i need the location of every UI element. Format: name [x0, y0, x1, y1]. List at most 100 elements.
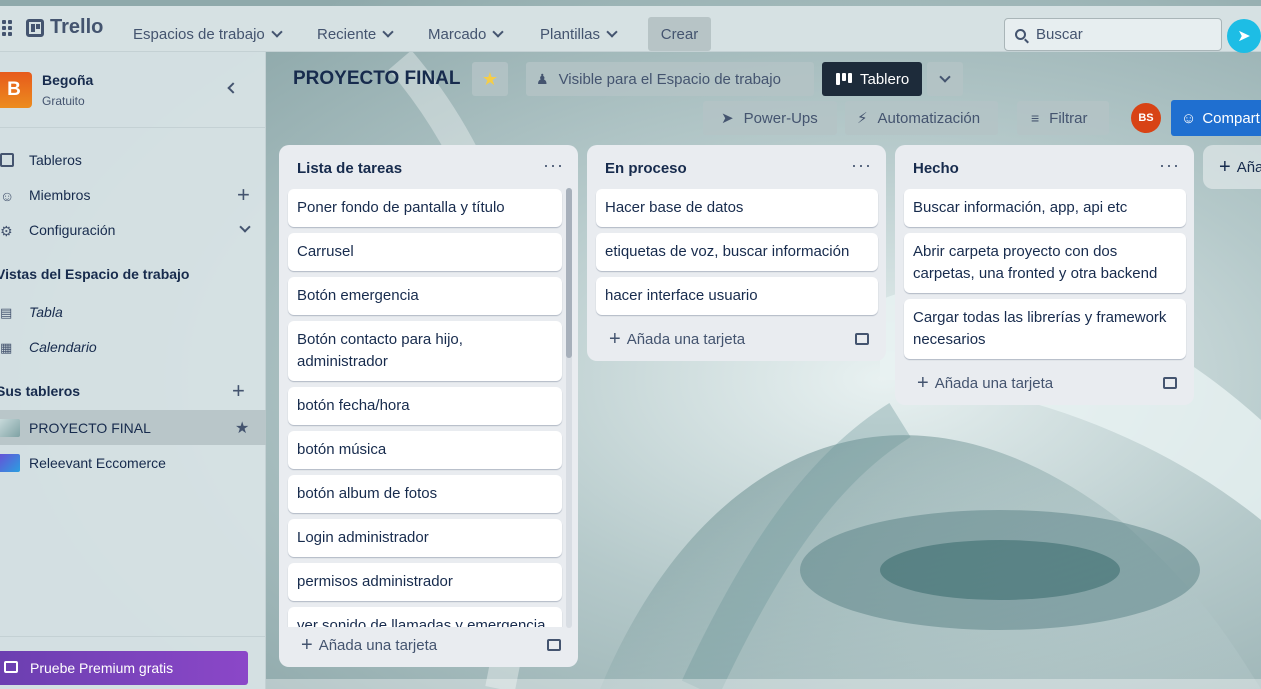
- add-board-icon[interactable]: +: [232, 373, 262, 408]
- briefcase-icon: [4, 661, 18, 673]
- card[interactable]: Abrir carpeta proyecto con dos carpetas,…: [904, 233, 1186, 293]
- nav-starred[interactable]: Marcado: [428, 18, 505, 50]
- board-view-button[interactable]: Tablero: [822, 62, 922, 96]
- star-board-button[interactable]: ★: [472, 62, 508, 96]
- chevron-down-icon[interactable]: [239, 221, 251, 233]
- list-scrollbar-thumb[interactable]: [566, 188, 572, 358]
- app-switcher-icon[interactable]: [0, 20, 12, 36]
- chevron-down-icon: [271, 26, 283, 38]
- sidebar-item-settings[interactable]: ⚙ Configuración: [0, 212, 266, 247]
- card[interactable]: Buscar información, app, api etc: [904, 189, 1186, 227]
- board-view-icon: [836, 73, 852, 85]
- calendar-icon: ▦: [0, 339, 13, 355]
- add-card-button[interactable]: + Añada una tarjeta: [609, 329, 745, 349]
- card[interactable]: Botón contacto para hijo, administrador: [288, 321, 562, 381]
- add-card-label: Añada una tarjeta: [318, 636, 438, 654]
- card[interactable]: etiquetas de voz, buscar información: [596, 233, 878, 271]
- nav-starred-label: Marcado: [428, 25, 487, 43]
- automation-label: Automatización: [877, 109, 981, 127]
- add-card-button[interactable]: + Añada una tarjeta: [917, 373, 1053, 393]
- sidebar-item-table[interactable]: ▤ Tabla: [0, 294, 266, 329]
- card[interactable]: Carrusel: [288, 233, 562, 271]
- list-title[interactable]: En proceso: [605, 160, 687, 177]
- sidebar-item-boards[interactable]: Tableros: [0, 142, 266, 177]
- nav-recent-label: Reciente: [317, 25, 377, 43]
- list-menu-icon[interactable]: ···: [543, 155, 564, 176]
- filter-button[interactable]: ≡ Filtrar: [1017, 101, 1109, 135]
- card[interactable]: botón fecha/hora: [288, 387, 562, 425]
- power-ups-button[interactable]: ➤ Power-Ups: [703, 101, 837, 135]
- card-template-icon[interactable]: [855, 333, 869, 345]
- workspace-avatar[interactable]: B: [0, 72, 32, 108]
- sidebar: B Begoña Gratuito Tableros ☺ Miembros + …: [0, 52, 266, 689]
- add-card-label: Añada una tarjeta: [626, 330, 746, 348]
- list-title[interactable]: Lista de tareas: [297, 160, 402, 177]
- card-template-icon[interactable]: [1163, 377, 1177, 389]
- lightning-icon: ⚡: [857, 110, 868, 127]
- sidebar-item-label: Tableros: [29, 151, 82, 168]
- create-button[interactable]: Crear: [648, 17, 711, 51]
- collapse-sidebar-icon[interactable]: [227, 82, 239, 94]
- visibility-label: Visible para el Espacio de trabajo: [558, 70, 781, 88]
- rocket-icon: ➤: [721, 110, 734, 127]
- card[interactable]: hacer interface usuario: [596, 277, 878, 315]
- board-icon: [0, 152, 14, 167]
- add-member-icon[interactable]: +: [237, 183, 250, 206]
- premium-trial-button[interactable]: Pruebe Premium gratis: [0, 651, 248, 685]
- rocket-icon[interactable]: ➤: [1227, 19, 1261, 53]
- boards-section-title: Sus tableros: [0, 383, 81, 399]
- sidebar-item-members[interactable]: ☺ Miembros +: [0, 177, 266, 212]
- list-menu-icon[interactable]: ···: [1159, 155, 1180, 176]
- sidebar-item-calendar[interactable]: ▦ Calendario: [0, 329, 266, 364]
- workspace-plan: Gratuito: [42, 94, 85, 108]
- sidebar-item-label: Configuración: [29, 221, 116, 238]
- card[interactable]: Cargar todas las librerías y framework n…: [904, 299, 1186, 359]
- divider: [0, 636, 266, 637]
- card[interactable]: permisos administrador: [288, 563, 562, 601]
- add-list-button[interactable]: + Aña: [1203, 145, 1261, 189]
- plus-icon: +: [1219, 156, 1231, 178]
- sidebar-item-label: Releevant Eccomerce: [29, 454, 166, 471]
- workspace-name[interactable]: Begoña: [42, 72, 93, 88]
- card[interactable]: ver sonido de llamadas y emergencia: [288, 607, 562, 627]
- card[interactable]: Botón emergencia: [288, 277, 562, 315]
- chevron-down-icon: [492, 26, 505, 38]
- automation-button[interactable]: ⚡ Automatización: [845, 101, 998, 135]
- list-title[interactable]: Hecho: [913, 160, 959, 177]
- sidebar-board-proyecto-final[interactable]: PROYECTO FINAL ★: [0, 410, 266, 445]
- card[interactable]: Poner fondo de pantalla y título: [288, 189, 562, 227]
- sidebar-item-label: Calendario: [29, 338, 97, 355]
- star-icon: ★: [481, 68, 499, 89]
- top-header: Trello Espacios de trabajo Reciente Marc…: [0, 6, 1261, 53]
- card[interactable]: Login administrador: [288, 519, 562, 557]
- card[interactable]: botón música: [288, 431, 562, 469]
- view-switcher-button[interactable]: [927, 62, 963, 96]
- premium-label: Pruebe Premium gratis: [30, 660, 174, 676]
- nav-workspaces-label: Espacios de trabajo: [133, 25, 265, 43]
- nav-recent[interactable]: Reciente: [317, 18, 394, 50]
- add-card-label: Añada una tarjeta: [934, 374, 1054, 392]
- gear-icon: ⚙: [0, 222, 13, 239]
- board-thumbnail: [0, 454, 20, 472]
- trello-logo[interactable]: Trello: [26, 16, 103, 39]
- card[interactable]: botón album de fotos: [288, 475, 562, 513]
- board-horizontal-scrollbar[interactable]: [266, 679, 1261, 689]
- share-button[interactable]: ☺ Compart: [1171, 100, 1261, 136]
- nav-templates[interactable]: Plantillas: [540, 18, 618, 50]
- chevron-down-icon: [606, 26, 618, 38]
- add-card-button[interactable]: + Añada una tarjeta: [301, 635, 437, 655]
- card[interactable]: Hacer base de datos: [596, 189, 878, 227]
- add-person-icon: ☺: [1181, 109, 1197, 127]
- search-input[interactable]: Buscar: [1004, 18, 1222, 51]
- visibility-button[interactable]: ♟ Visible para el Espacio de trabajo: [526, 62, 814, 96]
- add-list-label: Aña: [1236, 158, 1261, 176]
- board-title[interactable]: PROYECTO FINAL: [293, 68, 461, 90]
- list-menu-icon[interactable]: ···: [851, 155, 872, 176]
- star-icon[interactable]: ★: [235, 418, 249, 438]
- sidebar-board-releevant[interactable]: Releevant Eccomerce: [0, 445, 266, 480]
- nav-workspaces[interactable]: Espacios de trabajo: [133, 18, 283, 50]
- plus-icon: +: [609, 328, 621, 350]
- views-section-title: Vistas del Espacio de trabajo: [0, 266, 190, 282]
- card-template-icon[interactable]: [547, 639, 561, 651]
- member-avatar[interactable]: BS: [1131, 103, 1161, 133]
